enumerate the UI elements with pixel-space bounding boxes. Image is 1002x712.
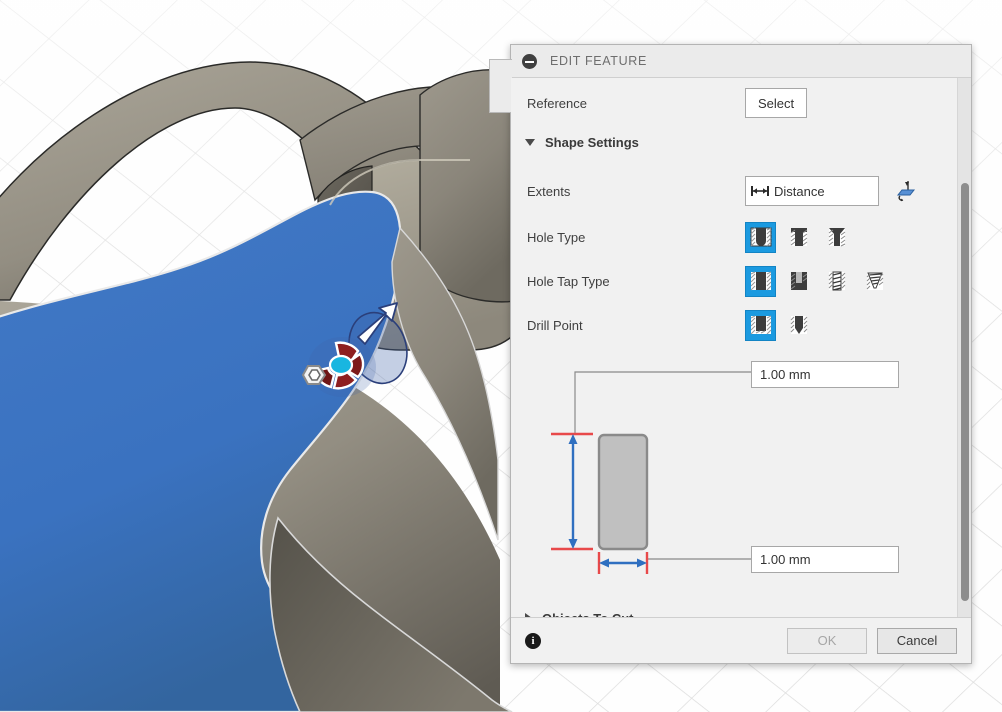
dialog-scrollbar[interactable]	[957, 78, 971, 617]
application-window: EDIT FEATURE Reference Select Shape Sett…	[0, 0, 1002, 712]
simple-tap-icon[interactable]	[745, 265, 776, 297]
dialog-footer: i OK Cancel	[511, 617, 971, 663]
row-extents: Extents Distance	[511, 172, 957, 210]
dialog-title: EDIT FEATURE	[550, 54, 647, 68]
extents-dropdown[interactable]: Distance	[745, 176, 879, 206]
counterbore-hole-icon[interactable]	[783, 222, 814, 253]
hole-depth-input[interactable]: 1.00 mm	[751, 361, 899, 388]
triangle-down-icon	[525, 138, 535, 146]
taper-tapped-icon[interactable]	[859, 266, 890, 297]
flat-drill-point-icon[interactable]	[745, 309, 776, 341]
objects-to-cut-label: Objects To Cut	[542, 611, 633, 618]
depth-dimension-arrow	[568, 434, 578, 549]
edit-feature-dialog[interactable]: EDIT FEATURE Reference Select Shape Sett…	[489, 44, 972, 664]
row-hole-tap-type: Hole Tap Type	[511, 262, 957, 300]
extents-value: Distance	[774, 183, 825, 199]
dialog-body: Reference Select Shape Settings Extents	[511, 78, 971, 617]
drill-point-label: Drill Point	[527, 317, 583, 333]
dialog-titlebar[interactable]: EDIT FEATURE	[511, 45, 971, 78]
row-reference: Reference Select	[511, 84, 957, 122]
dialog-scrollbar-thumb[interactable]	[961, 183, 969, 601]
section-shape-settings[interactable]: Shape Settings	[511, 126, 957, 158]
ok-button[interactable]: OK	[787, 627, 867, 654]
dialog-scroll-content: Reference Select Shape Settings Extents	[511, 78, 957, 617]
depth-leader-line	[574, 371, 751, 434]
row-hole-type: Hole Type	[511, 218, 957, 256]
drill-point-options	[745, 309, 814, 341]
shape-settings-label: Shape Settings	[545, 134, 639, 150]
row-drill-point: Drill Point	[511, 306, 957, 344]
flip-direction-icon[interactable]	[895, 178, 921, 204]
hole-type-options	[745, 221, 852, 253]
angle-drill-point-icon[interactable]	[783, 310, 814, 341]
cancel-button[interactable]: Cancel	[877, 627, 957, 654]
section-objects-to-cut[interactable]: Objects To Cut	[511, 602, 957, 617]
countersink-hole-icon[interactable]	[821, 222, 852, 253]
hole-diameter-input[interactable]: 1.00 mm	[751, 546, 899, 573]
dialog-drag-handle[interactable]	[489, 59, 512, 113]
reference-select-button[interactable]: Select	[745, 88, 808, 118]
reference-label: Reference	[527, 95, 587, 111]
tapped-thread-icon[interactable]	[821, 266, 852, 297]
hole-type-label: Hole Type	[527, 229, 586, 245]
triangle-right-icon	[525, 613, 532, 617]
hole-tap-type-label: Hole Tap Type	[527, 273, 610, 289]
hole-preview-diagram: 1.00 mm 1.00 mm	[511, 352, 957, 590]
diameter-dimension-arrow	[599, 558, 647, 568]
hole-tap-type-options	[745, 265, 890, 297]
hole-placement-manipulator	[301, 337, 376, 397]
distance-measure-icon	[746, 184, 774, 198]
hole-profile-shape	[597, 433, 649, 551]
clearance-tap-icon[interactable]	[783, 266, 814, 297]
info-icon[interactable]: i	[525, 632, 541, 649]
minus-circle-icon[interactable]	[522, 53, 537, 69]
extents-label: Extents	[527, 183, 571, 199]
simple-hole-icon[interactable]	[745, 221, 776, 253]
